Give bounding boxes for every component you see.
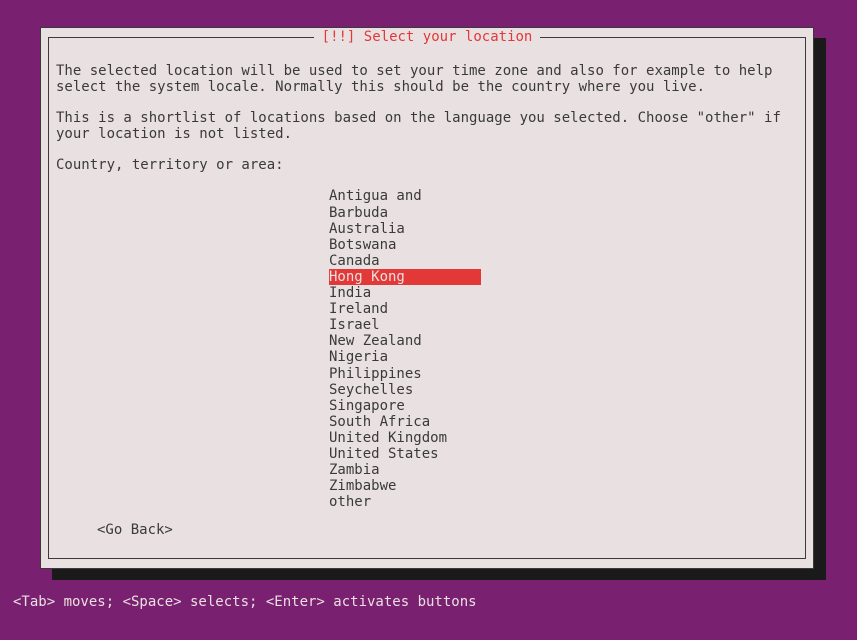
location-item[interactable]: United Kingdom bbox=[329, 430, 481, 446]
location-item[interactable]: Seychelles bbox=[329, 382, 481, 398]
location-item[interactable]: Ireland bbox=[329, 301, 481, 317]
location-item[interactable]: Philippines bbox=[329, 366, 481, 382]
dialog-content: The selected location will be used to se… bbox=[56, 63, 798, 510]
help-text-1: The selected location will be used to se… bbox=[56, 63, 798, 95]
location-item[interactable]: Israel bbox=[329, 317, 481, 333]
prompt-label: Country, territory or area: bbox=[56, 157, 798, 173]
location-item[interactable]: Australia bbox=[329, 221, 481, 237]
location-item[interactable]: India bbox=[329, 285, 481, 301]
location-item[interactable]: Nigeria bbox=[329, 349, 481, 365]
location-item[interactable]: Botswana bbox=[329, 237, 481, 253]
title-container: [!!] Select your location bbox=[41, 29, 813, 45]
location-item[interactable]: New Zealand bbox=[329, 333, 481, 349]
location-item[interactable]: Singapore bbox=[329, 398, 481, 414]
help-text-2: This is a shortlist of locations based o… bbox=[56, 110, 798, 142]
location-item[interactable]: Antigua and Barbuda bbox=[329, 188, 481, 220]
location-list[interactable]: Antigua and BarbudaAustraliaBotswanaCana… bbox=[329, 188, 798, 510]
dialog: [!!] Select your location The selected l… bbox=[40, 27, 814, 569]
footer-hints: <Tab> moves; <Space> selects; <Enter> ac… bbox=[13, 594, 477, 610]
location-item[interactable]: South Africa bbox=[329, 414, 481, 430]
location-item[interactable]: Zimbabwe bbox=[329, 478, 481, 494]
dialog-title: [!!] Select your location bbox=[314, 29, 541, 45]
location-item[interactable]: Canada bbox=[329, 253, 481, 269]
go-back-button[interactable]: <Go Back> bbox=[97, 522, 173, 538]
location-item[interactable]: United States bbox=[329, 446, 481, 462]
location-item[interactable]: other bbox=[329, 494, 481, 510]
location-item[interactable]: Zambia bbox=[329, 462, 481, 478]
location-item[interactable]: Hong Kong bbox=[329, 269, 481, 285]
